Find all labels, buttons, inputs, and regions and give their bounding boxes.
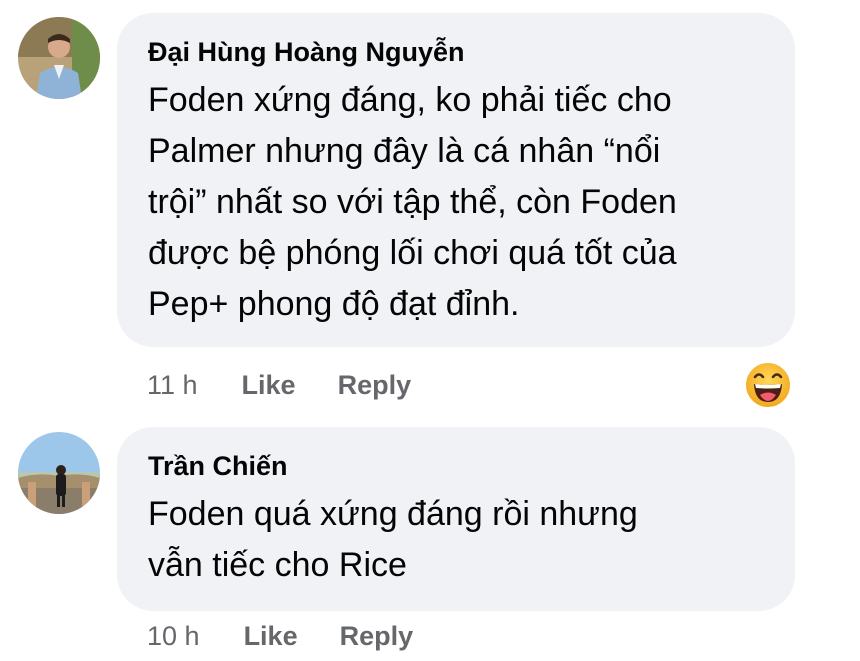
comment-timestamp[interactable]: 10 h [147,621,200,652]
haha-emoji-icon[interactable] [743,360,793,410]
comment-timestamp[interactable]: 11 h [147,370,198,401]
comment-bubble: Trần Chiến Foden quá xứng đáng rồi nhưng… [117,427,795,611]
comment-actions: 10 h Like Reply [147,616,413,656]
reply-button[interactable]: Reply [338,370,412,401]
avatar[interactable] [18,432,100,514]
comment-bubble: Đại Hùng Hoàng Nguyễn Foden xứng đáng, k… [117,13,795,347]
reply-button[interactable]: Reply [340,621,414,652]
comment-author[interactable]: Đại Hùng Hoàng Nguyễn [148,35,765,69]
comment-item: Đại Hùng Hoàng Nguyễn Foden xứng đáng, k… [0,0,860,420]
comment-author[interactable]: Trần Chiến [148,449,765,483]
comment-actions: 11 h Like Reply [147,365,411,405]
avatar-photo [18,432,100,514]
like-button[interactable]: Like [242,370,296,401]
comment-feed: Đại Hùng Hoàng Nguyễn Foden xứng đáng, k… [0,0,860,661]
comment-item: Trần Chiến Foden quá xứng đáng rồi nhưng… [0,420,860,661]
like-button[interactable]: Like [244,621,298,652]
avatar[interactable] [18,17,100,99]
comment-text: Foden quá xứng đáng rồi nhưng vẫn tiếc c… [148,495,638,584]
avatar-photo [18,17,100,99]
comment-text: Foden xứng đáng, ko phải tiếc cho Palmer… [148,81,677,323]
